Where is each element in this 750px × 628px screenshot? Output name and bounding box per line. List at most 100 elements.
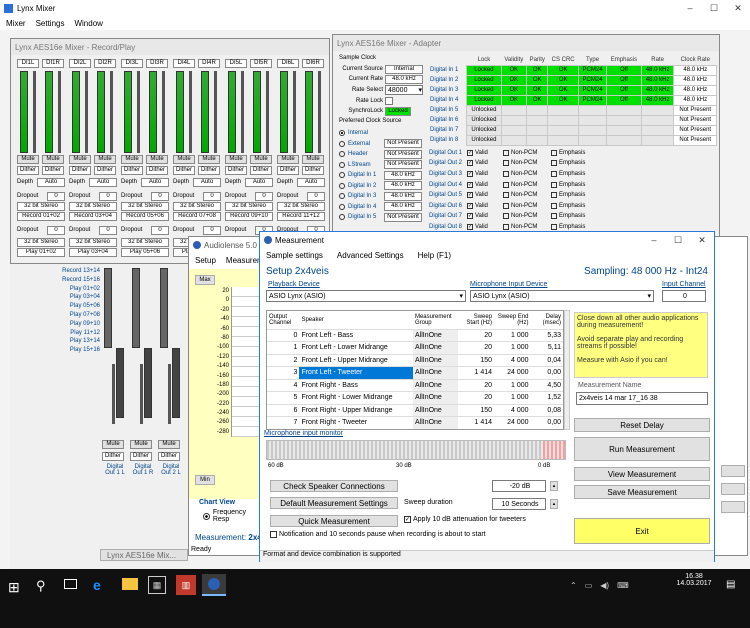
dither-button[interactable]: Dither [198, 166, 220, 175]
output-fader[interactable] [168, 364, 171, 424]
edge-icon[interactable]: e [93, 577, 101, 593]
volume-fader[interactable] [162, 71, 165, 153]
frequency-response-radio[interactable]: Frequency Resp [203, 509, 263, 523]
clock-source-option[interactable]: LStream Not Present [339, 160, 427, 171]
check-speaker-button[interactable]: Check Speaker Connections [270, 480, 398, 492]
group-dropdown[interactable]: AllInOne [412, 416, 458, 429]
group-dropdown[interactable]: AllInOne [412, 354, 458, 367]
valid-checkbox[interactable]: ✓ Valid [467, 192, 499, 199]
clock[interactable]: 16.38 14.03.2017 [672, 573, 716, 587]
sweep-spinner[interactable]: ▴ [550, 499, 558, 509]
channel-table-scrollbar[interactable] [564, 310, 570, 430]
menu-mixer[interactable]: Mixer [6, 19, 26, 28]
nonpcm-checkbox[interactable]: Non-PCM [503, 192, 547, 199]
mute-button[interactable]: Mute [146, 155, 168, 164]
search-icon[interactable]: ⚲ [36, 578, 46, 594]
volume-fader[interactable] [137, 71, 140, 153]
clock-source-option[interactable]: Digital In 3 48.0 kHz [339, 191, 427, 202]
default-settings-button[interactable]: Default Measurement Settings [270, 497, 398, 509]
level-field[interactable]: -20 dB [492, 480, 546, 492]
mute-button[interactable]: Mute [173, 155, 195, 164]
minimized-mixer-window[interactable]: Lynx AES16e Mix... [100, 549, 188, 561]
volume-fader[interactable] [85, 71, 88, 153]
menu-help[interactable]: Help (F1) [418, 251, 451, 260]
valid-checkbox[interactable]: ✓ Valid [467, 149, 499, 156]
nonpcm-checkbox[interactable]: Non-PCM [503, 170, 547, 177]
rate-select-dropdown[interactable]: 48000 ▾ [385, 85, 423, 95]
nonpcm-checkbox[interactable]: Non-PCM [503, 223, 547, 230]
volume-fader[interactable] [189, 71, 192, 153]
measurement-name-input[interactable]: 2x4veis 14 mar 17_16 38 [576, 392, 708, 405]
exit-button[interactable]: Exit [574, 518, 710, 544]
keyboard-icon[interactable]: ⌨ [617, 581, 629, 590]
output-mute-button[interactable]: Mute [158, 440, 180, 449]
level-spinner[interactable]: ▴ [550, 481, 558, 491]
clock-source-option[interactable]: External Not Present [339, 139, 427, 150]
volume-fader[interactable] [293, 71, 296, 153]
nonpcm-checkbox[interactable]: Non-PCM [503, 202, 547, 209]
valid-checkbox[interactable]: ✓ Valid [467, 202, 499, 209]
notification-checkbox[interactable]: Notification and 10 seconds pause when r… [270, 531, 486, 538]
nonpcm-checkbox[interactable]: Non-PCM [503, 160, 547, 167]
volume-fader[interactable] [241, 71, 244, 153]
group-dropdown[interactable]: AllInOne [412, 341, 458, 355]
volume-fader[interactable] [110, 71, 113, 153]
dither-button[interactable]: Dither [42, 166, 64, 175]
audiolense-menu-setup[interactable]: Setup [195, 256, 216, 265]
notifications-icon[interactable]: ▤ [726, 579, 735, 590]
table-row[interactable]: 6 Front Right - Upper Midrange AllInOne 150… [267, 404, 563, 417]
emphasis-checkbox[interactable]: Emphasis [551, 223, 595, 230]
output-mute-button[interactable]: Mute [102, 440, 124, 449]
clock-source-option[interactable]: Digital In 2 48.0 kHz [339, 181, 427, 192]
nonpcm-checkbox[interactable]: Non-PCM [503, 213, 547, 220]
depth-dropdown[interactable]: Auto [141, 178, 169, 187]
sweep-duration-field[interactable]: 10 Seconds [492, 498, 546, 510]
mute-button[interactable]: Mute [277, 155, 299, 164]
table-row[interactable]: 4 Front Right - Bass AllInOne 20 1 000 4,50 [267, 379, 563, 392]
save-measurement-button[interactable]: Save Measurement [574, 485, 710, 499]
table-row[interactable]: 3 Front Left - Tweeter AllInOne 1 414 24 000… [267, 366, 563, 380]
playback-device-dropdown[interactable]: ASIO Lynx (ASIO) ▾ [266, 290, 466, 302]
output-fader[interactable] [140, 364, 143, 424]
input-channel-field[interactable]: 0 [662, 290, 706, 302]
tray-chevron-icon[interactable]: ⌃ [570, 581, 577, 590]
mic-device-dropdown[interactable]: ASIO Lynx (ASIO) ▾ [470, 290, 654, 302]
emphasis-checkbox[interactable]: Emphasis [551, 160, 595, 167]
minimize-icon[interactable]: – [678, 3, 702, 14]
menu-settings[interactable]: Settings [36, 19, 65, 28]
windows-start-icon[interactable]: ⊞ [8, 579, 20, 596]
dither-button[interactable]: Dither [173, 166, 195, 175]
volume-fader[interactable] [266, 71, 269, 153]
emphasis-checkbox[interactable]: Emphasis [551, 213, 595, 220]
max-button[interactable]: Max [195, 275, 215, 285]
menu-window[interactable]: Window [74, 19, 102, 28]
clock-source-option[interactable]: Digital In 5 Not Present [339, 212, 427, 223]
clock-source-option[interactable]: Digital In 4 48.0 kHz [339, 202, 427, 213]
output-dither-button[interactable]: Dither [130, 452, 152, 461]
volume-fader[interactable] [214, 71, 217, 153]
apply-attenuation-checkbox[interactable]: ✓ Apply 10 dB attenuation for tweeters [404, 516, 526, 523]
dither-button[interactable]: Dither [302, 166, 324, 175]
nonpcm-checkbox[interactable]: Non-PCM [503, 181, 547, 188]
menu-sample-settings[interactable]: Sample settings [266, 251, 323, 260]
volume-fader[interactable] [33, 71, 36, 153]
table-row[interactable]: 5 Front Right - Lower Midrange AllInOne 20 1… [267, 391, 563, 405]
dither-button[interactable]: Dither [17, 166, 39, 175]
measurement-close-icon[interactable]: ✕ [690, 235, 714, 246]
valid-checkbox[interactable]: ✓ Valid [467, 160, 499, 167]
output-fader[interactable] [112, 364, 115, 424]
table-row[interactable]: 1 Front Left - Lower Midrange AllInOne 20 1 … [267, 341, 563, 355]
valid-checkbox[interactable]: ✓ Valid [467, 223, 499, 230]
quick-measurement-button[interactable]: Quick Measurement [270, 515, 398, 527]
clock-source-option[interactable]: Digital In 1 48.0 kHz [339, 170, 427, 181]
group-dropdown[interactable]: AllInOne [412, 379, 458, 392]
file-explorer-icon[interactable] [122, 578, 138, 590]
lynx-mixer-taskbar-icon[interactable]: ▥ [176, 575, 196, 595]
clock-source-option[interactable]: Internal [339, 128, 427, 139]
task-view-icon[interactable] [64, 579, 77, 589]
depth-dropdown[interactable]: Auto [193, 178, 221, 187]
maximize-icon[interactable]: ☐ [702, 3, 726, 14]
mute-button[interactable]: Mute [225, 155, 247, 164]
emphasis-checkbox[interactable]: Emphasis [551, 149, 595, 156]
close-icon[interactable]: ✕ [726, 3, 750, 14]
